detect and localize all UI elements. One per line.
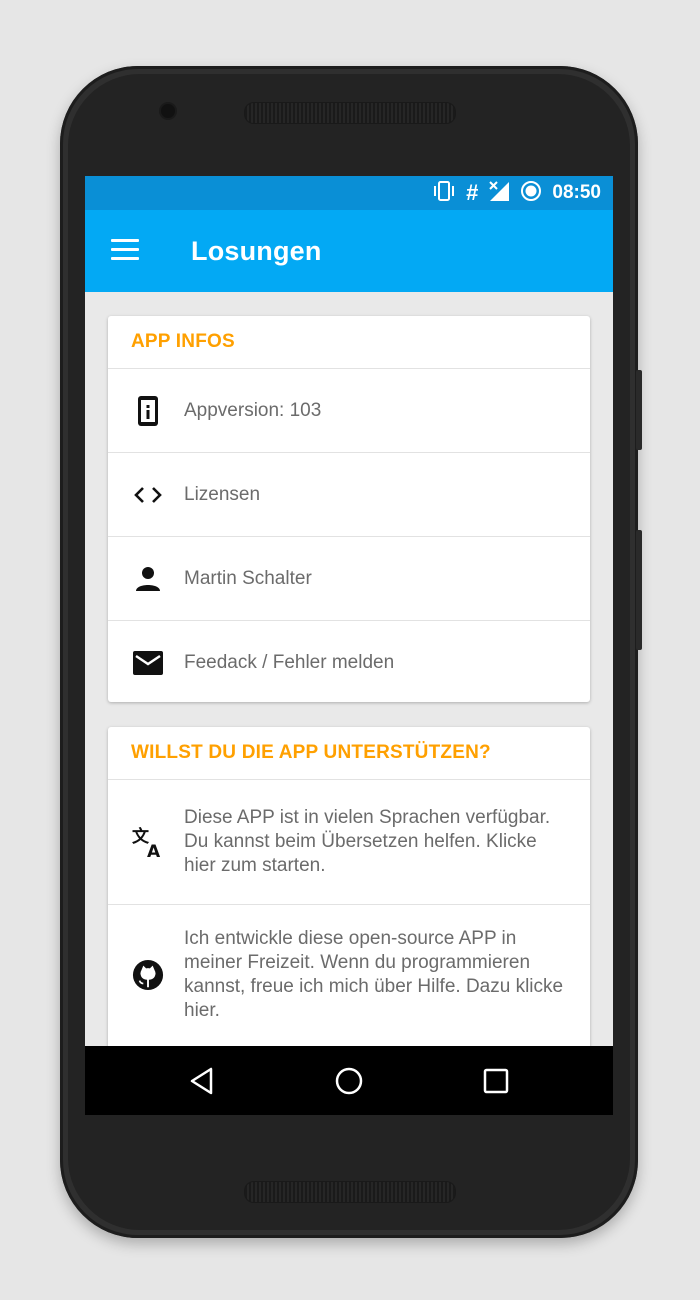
appversion-label: Appversion: 103 xyxy=(184,399,322,421)
recents-icon[interactable] xyxy=(481,1066,511,1096)
app-title: Losungen xyxy=(191,236,322,266)
hamburger-menu-icon[interactable] xyxy=(111,239,139,261)
github-icon xyxy=(132,959,164,991)
vibrate-icon xyxy=(432,180,456,207)
power-button xyxy=(636,370,642,450)
status-bar: # 08:50 xyxy=(85,176,613,210)
earpiece-speaker xyxy=(244,102,456,124)
no-signal-icon xyxy=(488,180,510,207)
licenses-label: Lizensen xyxy=(184,483,261,505)
navigation-bar xyxy=(85,1046,613,1115)
phone-info-icon xyxy=(132,395,164,427)
status-time: 08:50 xyxy=(552,182,601,203)
front-camera xyxy=(161,104,175,118)
translate-row[interactable]: 文 A Diese APP ist in vielen Sprachen ver… xyxy=(108,780,590,905)
licenses-row[interactable]: Lizensen xyxy=(108,453,590,537)
translate-label: Diese APP ist in vielen Sprachen verfügb… xyxy=(184,807,551,876)
github-label: Ich entwickle diese open-source APP in m… xyxy=(184,928,564,1021)
hash-icon: # xyxy=(466,180,479,205)
github-row[interactable]: Ich entwickle diese open-source APP in m… xyxy=(108,905,590,1045)
translate-icon: 文 A xyxy=(132,826,164,858)
mail-icon xyxy=(132,647,164,679)
main-content[interactable]: APP INFOS Appversion: 103 Lizensen Marti… xyxy=(85,292,613,1046)
code-icon xyxy=(132,479,164,511)
svg-text:A: A xyxy=(147,842,161,858)
support-card: WILLST DU DIE APP UNTERSTÜTZEN? 文 A Dies… xyxy=(108,727,590,1046)
appversion-row[interactable]: Appversion: 103 xyxy=(108,369,590,453)
section-header: APP INFOS xyxy=(108,316,590,369)
volume-button xyxy=(636,530,642,650)
author-row[interactable]: Martin Schalter xyxy=(108,537,590,621)
feedback-row[interactable]: Feedack / Fehler melden xyxy=(108,621,590,704)
screen: # 08:50 Losungen APP INFOS Appversion: 1… xyxy=(85,176,613,1115)
app-bar: Losungen xyxy=(85,210,613,292)
bottom-speaker xyxy=(244,1181,456,1203)
section-header: WILLST DU DIE APP UNTERSTÜTZEN? xyxy=(108,727,590,780)
back-icon[interactable] xyxy=(187,1066,217,1096)
home-icon[interactable] xyxy=(334,1066,364,1096)
app-infos-card: APP INFOS Appversion: 103 Lizensen Marti… xyxy=(108,316,590,702)
feedback-label: Feedack / Fehler melden xyxy=(184,651,395,673)
data-saver-icon xyxy=(520,180,542,207)
author-label: Martin Schalter xyxy=(184,567,312,589)
person-icon xyxy=(132,563,164,595)
